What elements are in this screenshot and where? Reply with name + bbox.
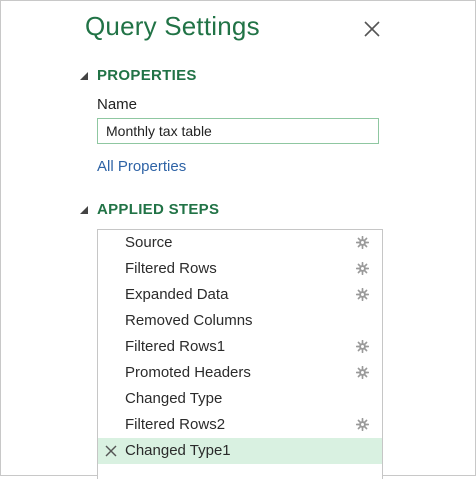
close-icon: [364, 21, 380, 37]
applied-step-label: Promoted Headers: [125, 364, 251, 381]
applied-step-item[interactable]: Changed Type1: [98, 438, 382, 464]
query-settings-pane: Query Settings PROPERTIES Name All Prope…: [0, 0, 476, 479]
applied-step-label: Filtered Rows1: [125, 338, 226, 355]
delete-step-icon[interactable]: [105, 445, 117, 457]
step-settings-gear-icon[interactable]: [356, 418, 369, 431]
applied-step-label: Changed Type1: [125, 442, 231, 459]
applied-steps-section-toggle[interactable]: APPLIED STEPS: [79, 201, 219, 218]
collapse-triangle-icon: [80, 205, 88, 214]
all-properties-link[interactable]: All Properties: [97, 158, 186, 175]
step-settings-gear-icon[interactable]: [356, 236, 369, 249]
step-settings-gear-icon[interactable]: [356, 366, 369, 379]
applied-step-item[interactable]: Filtered Rows: [98, 256, 382, 282]
applied-step-label: Filtered Rows2: [125, 416, 226, 433]
collapse-triangle-icon: [80, 71, 88, 80]
properties-section-toggle[interactable]: PROPERTIES: [79, 67, 197, 84]
applied-step-item[interactable]: Filtered Rows2: [98, 412, 382, 438]
applied-step-label: Filtered Rows: [125, 260, 217, 277]
step-settings-gear-icon[interactable]: [356, 340, 369, 353]
applied-step-item[interactable]: Source: [98, 230, 382, 256]
applied-step-item[interactable]: Removed Columns: [98, 308, 382, 334]
applied-steps-header: APPLIED STEPS: [97, 201, 220, 218]
properties-header: PROPERTIES: [97, 67, 197, 84]
applied-step-item[interactable]: Changed Type: [98, 386, 382, 412]
applied-step-item[interactable]: Expanded Data: [98, 282, 382, 308]
applied-step-item[interactable]: Promoted Headers: [98, 360, 382, 386]
applied-step-item[interactable]: Filtered Rows1: [98, 334, 382, 360]
query-name-input[interactable]: [97, 118, 379, 144]
close-button[interactable]: [361, 18, 383, 40]
step-settings-gear-icon[interactable]: [356, 262, 369, 275]
applied-step-label: Changed Type: [125, 390, 223, 407]
step-settings-gear-icon[interactable]: [356, 288, 369, 301]
applied-step-label: Removed Columns: [125, 312, 253, 329]
pane-title: Query Settings: [85, 11, 260, 41]
applied-step-label: Expanded Data: [125, 286, 229, 303]
applied-step-label: Source: [125, 234, 173, 251]
name-label: Name: [97, 96, 138, 113]
applied-steps-list: Source Filtered Rows Expanded Data Removed …: [97, 229, 383, 479]
